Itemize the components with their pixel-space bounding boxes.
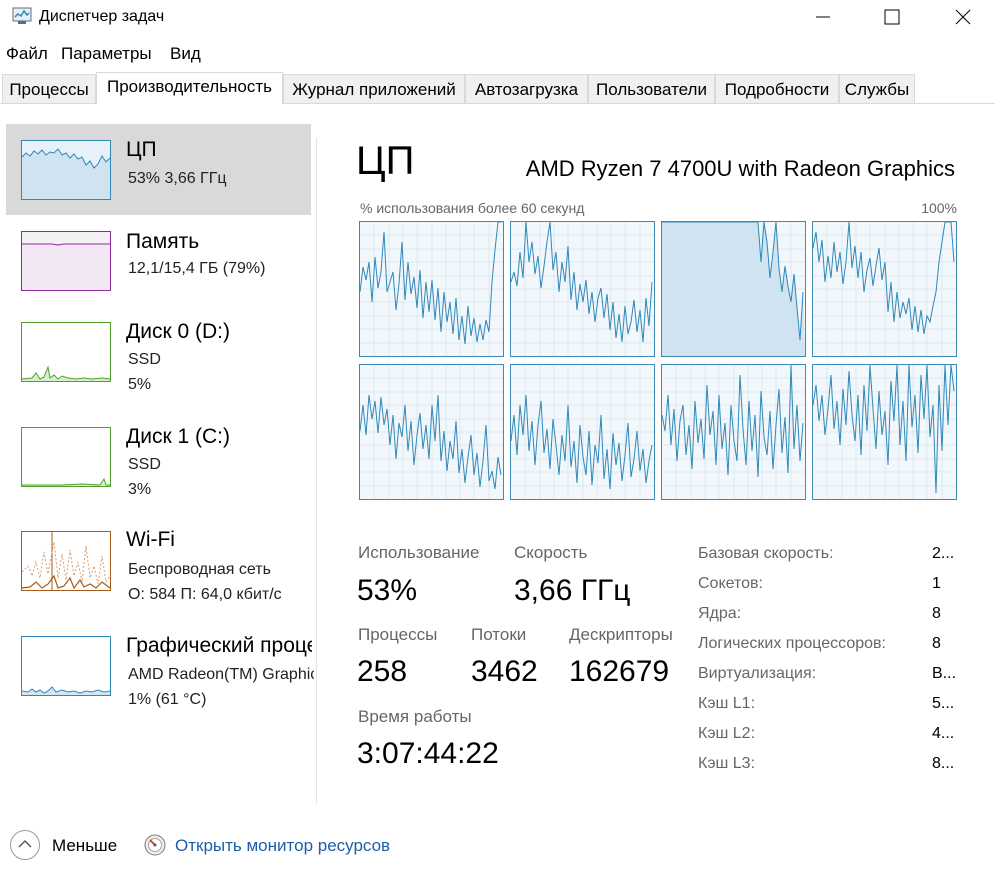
threads-label: Потоки: [471, 625, 527, 644]
sidebar-disk0-title: Диск 0 (D:): [126, 320, 230, 343]
maximize-button[interactable]: [869, 0, 915, 34]
cpu-core-graph: [510, 364, 655, 500]
memory-thumbnail-graph: [21, 231, 111, 291]
tab-performance[interactable]: Производительность: [96, 72, 283, 104]
cpu-core-graph: [812, 364, 957, 500]
processes-label: Процессы: [358, 625, 438, 644]
spec-logical-processors-value: 8: [932, 635, 941, 652]
menu-options[interactable]: Параметры: [61, 44, 152, 64]
spec-base-speed-value: 2...: [932, 545, 955, 562]
sidebar-disk1-title: Диск 1 (C:): [126, 425, 230, 448]
spec-l1-cache-value: 5...: [932, 695, 955, 712]
sidebar-item-memory[interactable]: Память 12,1/15,4 ГБ (79%): [6, 216, 311, 308]
sidebar-gpu-name: AMD Radeon(TM) Graphics: [128, 666, 314, 683]
minimize-icon: [816, 16, 830, 18]
spec-logical-processors-label: Логических процессоров:: [698, 635, 886, 652]
graph-max-label: 100%: [921, 200, 957, 216]
fewer-details-label[interactable]: Меньше: [52, 836, 117, 856]
sidebar-memory-usage: 12,1/15,4 ГБ (79%): [128, 260, 266, 277]
sidebar-memory-title: Память: [126, 230, 200, 253]
menu-file[interactable]: Файл: [6, 44, 48, 64]
sidebar-disk1-usage: 3%: [128, 481, 152, 498]
sidebar-disk1-type: SSD: [128, 456, 161, 473]
threads-value: 3462: [471, 655, 538, 688]
menu-view[interactable]: Вид: [170, 44, 201, 64]
spec-l2-cache-label: Кэш L2:: [698, 725, 756, 742]
cpu-model-name: AMD Ryzen 7 4700U with Radeon Graphics: [525, 156, 955, 181]
window-title: Диспетчер задач: [39, 8, 165, 25]
handles-value: 162679: [569, 655, 670, 688]
sidebar-gpu-usage: 1% (61 °C): [128, 691, 207, 708]
menu-bar: Файл Параметры Вид: [0, 40, 995, 66]
cpu-core-graph: [661, 364, 806, 500]
tab-startup[interactable]: Автозагрузка: [465, 74, 588, 103]
spec-sockets-label: Сокетов:: [698, 575, 763, 592]
spec-cores-label: Ядра:: [698, 605, 742, 622]
speed-label: Скорость: [514, 543, 588, 562]
tab-services[interactable]: Службы: [839, 74, 915, 103]
sidebar-cpu-title: ЦП: [126, 138, 157, 161]
processes-value: 258: [357, 655, 408, 688]
sidebar-item-gpu[interactable]: Графический процессор 0 AMD Radeon(TM) G…: [6, 622, 314, 722]
sidebar-item-cpu[interactable]: ЦП 53% 3,66 ГГц: [6, 124, 311, 215]
page-title: ЦП: [356, 139, 415, 183]
spec-l2-cache-value: 4...: [932, 725, 955, 742]
minimize-button[interactable]: [800, 0, 846, 34]
disk0-thumbnail-graph: [21, 322, 111, 382]
fewer-details-button[interactable]: [10, 830, 40, 860]
tab-details[interactable]: Подробности: [715, 74, 839, 103]
sidebar-item-disk1[interactable]: Диск 1 (C:) SSD 3%: [6, 412, 311, 512]
title-bar: Диспетчер задач: [0, 0, 995, 34]
handles-label: Дескрипторы: [569, 625, 673, 644]
spec-virtualization-label: Виртуализация:: [698, 665, 817, 682]
spec-base-speed-label: Базовая скорость:: [698, 545, 834, 562]
sidebar-wifi-type: Беспроводная сеть: [128, 561, 271, 578]
sidebar-disk0-usage: 5%: [128, 376, 152, 393]
tab-users[interactable]: Пользователи: [588, 74, 715, 103]
spec-l3-cache-label: Кэш L3:: [698, 755, 756, 772]
spec-virtualization-value: В...: [932, 665, 957, 682]
cpu-core-graph: [812, 221, 957, 357]
spec-sockets-value: 1: [932, 575, 941, 592]
cpu-core-graph: [359, 221, 504, 357]
close-icon: [955, 9, 971, 25]
speed-value: 3,66 ГГц: [514, 574, 631, 607]
tab-processes[interactable]: Процессы: [2, 74, 96, 103]
utilization-label: Использование: [358, 543, 480, 562]
task-manager-icon: [12, 7, 32, 25]
sidebar-wifi-throughput: О: 584 П: 64,0 кбит/с: [128, 586, 282, 603]
spec-cores-value: 8: [932, 605, 941, 622]
chevron-up-icon: [18, 840, 32, 848]
close-button[interactable]: [940, 0, 986, 34]
utilization-value: 53%: [357, 574, 418, 607]
uptime-label: Время работы: [358, 707, 472, 726]
sidebar-item-wifi[interactable]: Wi-Fi Беспроводная сеть О: 584 П: 64,0 к…: [6, 516, 311, 616]
cpu-core-graph: [359, 364, 504, 500]
uptime-value: 3:07:44:22: [357, 737, 499, 770]
open-resource-monitor-link[interactable]: Открыть монитор ресурсов: [175, 836, 390, 856]
gpu-thumbnail-graph: [21, 636, 111, 696]
logical-processor-graphs: [359, 221, 959, 501]
sidebar-cpu-usage: 53% 3,66 ГГц: [128, 170, 227, 187]
maximize-icon: [884, 9, 900, 25]
disk1-thumbnail-graph: [21, 427, 111, 487]
cpu-thumbnail-graph: [21, 140, 111, 200]
tab-bar: Процессы Производительность Журнал прило…: [0, 72, 995, 104]
cpu-core-graph: [661, 221, 806, 357]
spec-l3-cache-value: 8...: [932, 755, 955, 772]
tab-app-history[interactable]: Журнал приложений: [283, 74, 465, 103]
resource-monitor-icon: [144, 834, 166, 856]
sidebar-item-disk0[interactable]: Диск 0 (D:) SSD 5%: [6, 308, 311, 408]
sidebar-gpu-title: Графический процессор 0: [126, 634, 312, 657]
sidebar-disk0-type: SSD: [128, 351, 161, 368]
spec-l1-cache-label: Кэш L1:: [698, 695, 756, 712]
graph-caption: % использования более 60 секунд: [360, 200, 585, 216]
wifi-thumbnail-graph: [21, 531, 111, 591]
cpu-core-graph: [510, 221, 655, 357]
sidebar-divider: [316, 138, 317, 804]
sidebar-wifi-title: Wi-Fi: [126, 528, 175, 551]
